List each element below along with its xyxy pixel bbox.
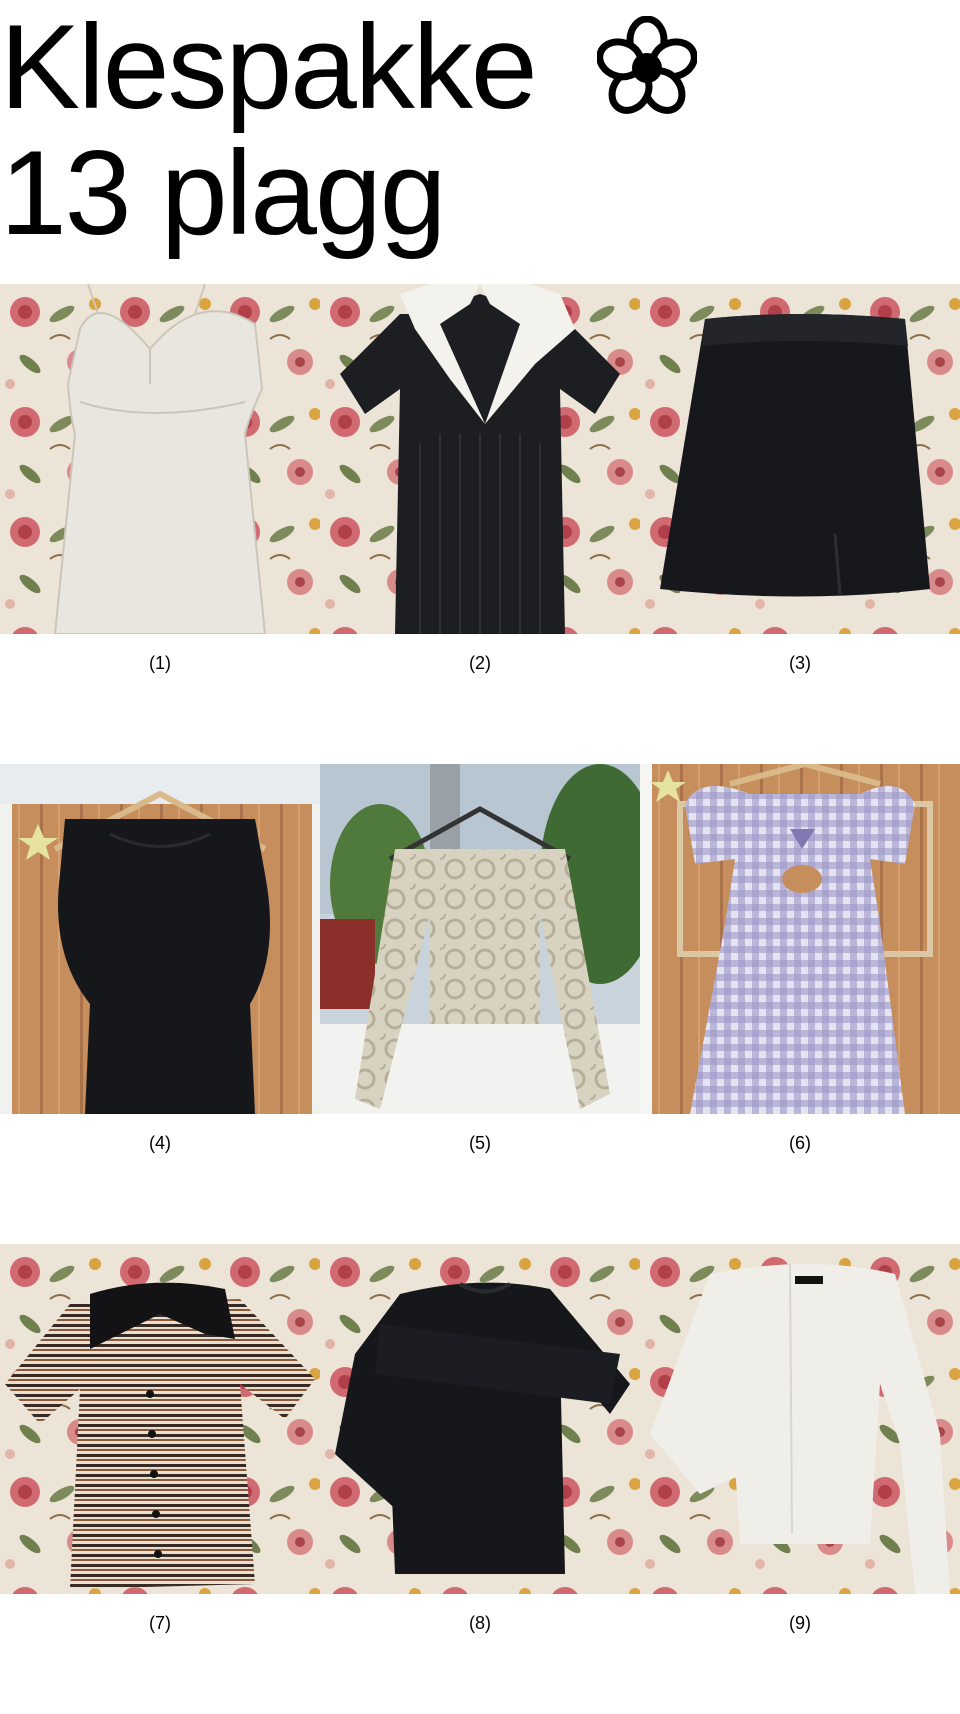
item-photo[interactable]	[320, 284, 640, 634]
item-photo[interactable]	[640, 1244, 960, 1594]
title-line-2: 13 plagg	[0, 126, 446, 260]
item-caption: (9)	[789, 1613, 811, 1633]
item-5[interactable]: (5)	[320, 764, 640, 1172]
item-4[interactable]: (4)	[0, 764, 320, 1172]
item-caption: (6)	[789, 1133, 811, 1153]
item-6[interactable]: (6)	[640, 764, 960, 1172]
item-caption: (8)	[469, 1613, 491, 1633]
item-photo[interactable]	[320, 764, 640, 1114]
item-1[interactable]: (1)	[0, 284, 320, 692]
item-caption: (4)	[149, 1133, 171, 1153]
page-title: Klespakke 13 plagg	[0, 4, 960, 256]
grid-row: (1) (2) (3)	[0, 284, 960, 754]
item-photo[interactable]	[0, 764, 320, 1114]
item-7[interactable]: (7)	[0, 1244, 320, 1652]
grid-row: (7) (8) (9)	[0, 1244, 960, 1714]
item-caption: (7)	[149, 1613, 171, 1633]
item-caption: (5)	[469, 1133, 491, 1153]
item-caption: (3)	[789, 653, 811, 673]
item-photo[interactable]	[640, 284, 960, 634]
item-photo[interactable]	[320, 1244, 640, 1594]
item-2[interactable]: (2)	[320, 284, 640, 692]
item-photo[interactable]	[0, 284, 320, 634]
item-8[interactable]: (8)	[320, 1244, 640, 1652]
item-caption: (2)	[469, 653, 491, 673]
item-photo[interactable]	[0, 1244, 320, 1594]
item-caption: (1)	[149, 653, 171, 673]
grid-row: (4) (5) (6)	[0, 764, 960, 1234]
item-photo[interactable]	[640, 764, 960, 1114]
flower-icon	[597, 16, 697, 114]
item-3[interactable]: (3)	[640, 284, 960, 692]
title-line-1: Klespakke	[0, 0, 538, 134]
item-9[interactable]: (9)	[640, 1244, 960, 1652]
